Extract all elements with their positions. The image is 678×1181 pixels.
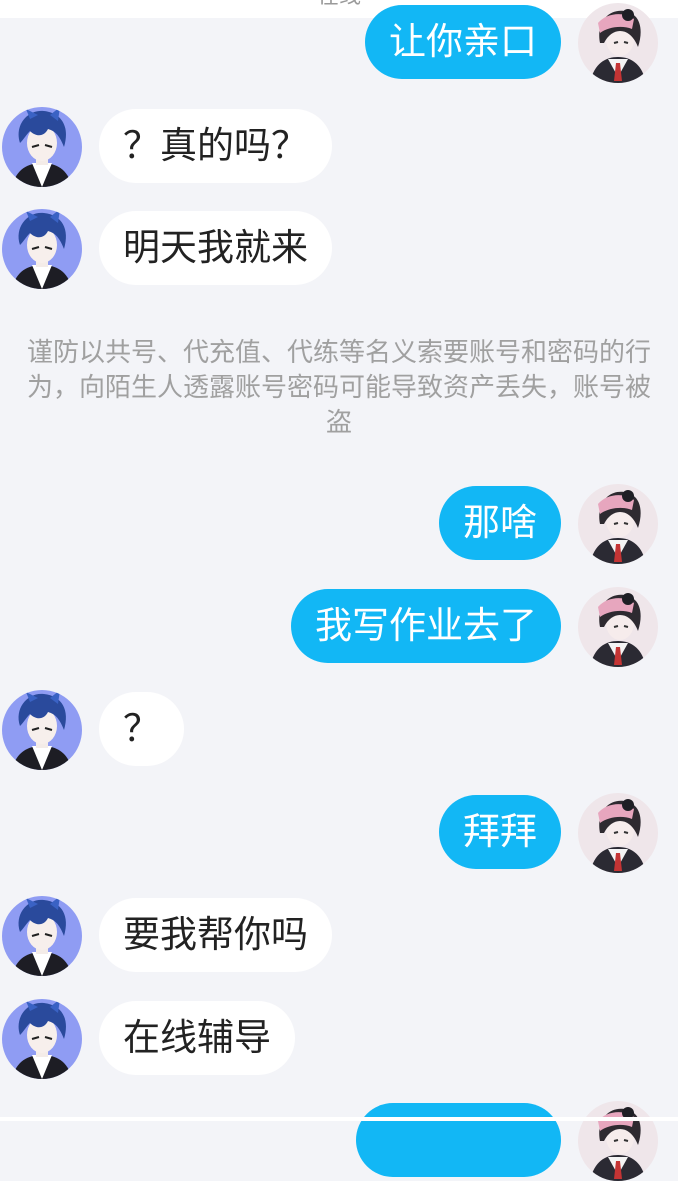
message-row: 让你亲口: [0, 3, 678, 83]
girl-avatar[interactable]: [578, 1101, 658, 1181]
boy-avatar[interactable]: [2, 896, 82, 976]
message-row: ？: [0, 690, 678, 770]
girl-avatar[interactable]: [578, 484, 658, 564]
message-row: 要我帮你吗: [0, 896, 678, 976]
boy-avatar[interactable]: [2, 690, 82, 770]
outgoing-message-bubble[interactable]: [356, 1103, 561, 1177]
outgoing-message-bubble[interactable]: 那啥: [439, 486, 561, 560]
message-row: 我写作业去了: [0, 587, 678, 667]
boy-avatar[interactable]: [2, 999, 82, 1079]
girl-avatar[interactable]: [578, 793, 658, 873]
incoming-message-bubble[interactable]: 要我帮你吗: [99, 898, 332, 972]
incoming-message-bubble[interactable]: ？真的吗？: [99, 109, 332, 183]
incoming-message-bubble[interactable]: 明天我就来: [99, 211, 332, 285]
message-row: [0, 1101, 678, 1181]
bottom-bar: [0, 1117, 678, 1121]
message-row: 那啥: [0, 484, 678, 564]
message-row: 在线辅导: [0, 999, 678, 1079]
outgoing-message-bubble[interactable]: 我写作业去了: [291, 589, 561, 663]
incoming-message-bubble[interactable]: 在线辅导: [99, 1001, 295, 1075]
security-notice: 谨防以共号、代充值、代练等名义索要账号和密码的行为，向陌生人透露账号密码可能导致…: [26, 338, 651, 438]
message-row: 拜拜: [0, 793, 678, 873]
incoming-message-bubble[interactable]: ？: [99, 692, 184, 766]
message-row: 明天我就来: [0, 209, 678, 289]
outgoing-message-bubble[interactable]: 让你亲口: [365, 5, 561, 79]
boy-avatar[interactable]: [2, 107, 82, 187]
girl-avatar[interactable]: [578, 3, 658, 83]
message-row: ？真的吗？: [0, 107, 678, 187]
outgoing-message-bubble[interactable]: 拜拜: [439, 795, 561, 869]
boy-avatar[interactable]: [2, 209, 82, 289]
girl-avatar[interactable]: [578, 587, 658, 667]
